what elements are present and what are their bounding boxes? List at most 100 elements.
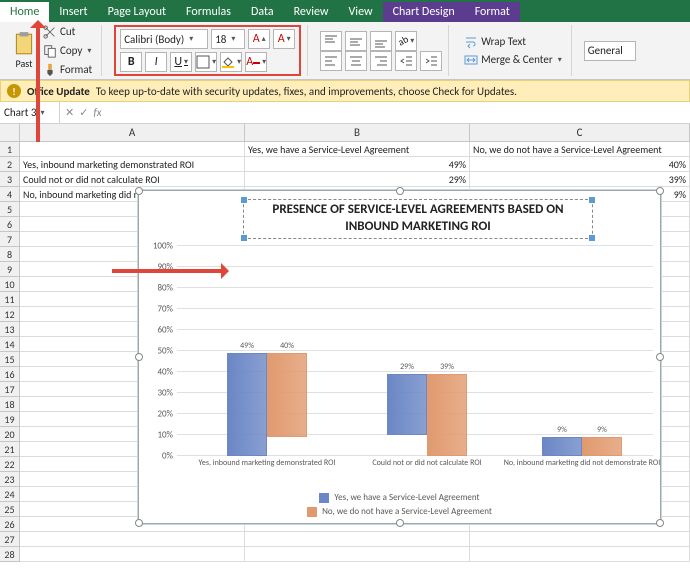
row-header[interactable]: 13 — [0, 322, 19, 337]
bold-button[interactable]: B — [120, 52, 142, 72]
row-header[interactable]: 24 — [0, 487, 19, 502]
row-header[interactable]: 8 — [0, 247, 19, 262]
chart-legend[interactable]: Yes, we have a Service-Level Agreement N… — [139, 492, 660, 517]
row-header[interactable]: 17 — [0, 382, 19, 397]
cut-button[interactable]: Cut — [40, 23, 95, 41]
resize-handle[interactable] — [396, 187, 404, 195]
row-header[interactable]: 12 — [0, 307, 19, 322]
cell-c1[interactable]: No, we do not have a Service-Level Agree… — [470, 142, 690, 157]
col-header-b[interactable]: B — [245, 124, 470, 141]
select-all-corner[interactable] — [0, 124, 20, 141]
tab-format[interactable]: Format — [465, 2, 520, 22]
col-header-c[interactable]: C — [470, 124, 690, 141]
cell-a2[interactable]: Yes, inbound marketing demonstrated ROI — [20, 157, 245, 172]
number-format-combo[interactable]: General — [584, 41, 636, 61]
cell-c2[interactable]: 40% — [470, 157, 690, 172]
row-header[interactable]: 19 — [0, 412, 19, 427]
wrap-text-button[interactable]: Wrap Text — [461, 33, 565, 51]
row-header[interactable]: 16 — [0, 367, 19, 382]
cell[interactable] — [20, 547, 245, 562]
cell-b3[interactable]: 29% — [245, 172, 470, 187]
shrink-font-button[interactable]: A▾ — [273, 29, 295, 49]
row-header[interactable]: 15 — [0, 352, 19, 367]
row-header[interactable]: 3 — [0, 172, 19, 187]
resize-handle[interactable] — [135, 519, 143, 527]
row-header[interactable]: 14 — [0, 337, 19, 352]
resize-handle[interactable] — [396, 519, 404, 527]
enter-formula-button[interactable]: ✓ — [79, 106, 88, 119]
font-name-combo[interactable]: Calibri (Body)▾ — [120, 29, 208, 49]
chart-bar[interactable]: 49% — [227, 353, 267, 456]
cancel-formula-button[interactable]: ✕ — [65, 106, 74, 119]
cell[interactable] — [470, 532, 690, 547]
format-painter-button[interactable]: Format — [40, 61, 95, 79]
row-header[interactable]: 20 — [0, 427, 19, 442]
align-top-button[interactable] — [320, 31, 342, 51]
tab-formulas[interactable]: Formulas — [176, 2, 241, 22]
chart-bar[interactable]: 39% — [427, 374, 467, 456]
cell-b1[interactable]: Yes, we have a Service-Level Agreement — [245, 142, 470, 157]
tab-insert[interactable]: Insert — [49, 2, 97, 22]
cell-a1[interactable] — [20, 142, 245, 157]
tab-review[interactable]: Review — [284, 2, 339, 22]
chart-bar[interactable]: 9% — [582, 437, 622, 456]
italic-button[interactable]: I — [145, 52, 167, 72]
merge-center-button[interactable]: Merge & Center▾ — [461, 51, 565, 69]
tab-data[interactable]: Data — [241, 2, 284, 22]
grow-font-button[interactable]: A▴ — [248, 29, 270, 49]
row-header[interactable]: 4 — [0, 187, 19, 202]
row-header[interactable]: 23 — [0, 472, 19, 487]
chart-bar[interactable]: 40% — [267, 353, 307, 437]
fx-label[interactable]: fx — [93, 106, 101, 119]
tab-page-layout[interactable]: Page Layout — [98, 2, 176, 22]
row-header[interactable]: 9 — [0, 262, 19, 277]
row-header[interactable]: 1 — [0, 142, 19, 157]
font-size-combo[interactable]: 18▾ — [211, 29, 245, 49]
border-button[interactable]: ▾ — [195, 52, 217, 72]
row-header[interactable]: 21 — [0, 442, 19, 457]
worksheet-grid[interactable]: A B C 1234567891011121314151617181920212… — [0, 124, 690, 579]
fill-color-button[interactable]: ▾ — [220, 52, 242, 72]
cell[interactable] — [470, 547, 690, 562]
col-header-a[interactable]: A — [20, 124, 245, 141]
row-header[interactable]: 26 — [0, 517, 19, 532]
cell[interactable] — [245, 547, 470, 562]
increase-indent-button[interactable] — [420, 51, 442, 71]
row-header[interactable]: 2 — [0, 157, 19, 172]
tab-view[interactable]: View — [339, 2, 383, 22]
row-header[interactable]: 27 — [0, 532, 19, 547]
row-header[interactable]: 11 — [0, 292, 19, 307]
cell[interactable] — [245, 532, 470, 547]
resize-handle[interactable] — [656, 187, 664, 195]
align-center-button[interactable] — [345, 51, 367, 71]
align-right-button[interactable] — [370, 51, 392, 71]
decrease-indent-button[interactable] — [395, 51, 417, 71]
cell[interactable] — [20, 532, 245, 547]
row-header[interactable]: 7 — [0, 232, 19, 247]
resize-handle[interactable] — [656, 353, 664, 361]
copy-button[interactable]: Copy▾ — [40, 42, 95, 60]
paste-button[interactable]: Past — [11, 31, 37, 70]
chart-bar[interactable]: 29% — [387, 374, 427, 435]
tab-chart-design[interactable]: Chart Design — [383, 2, 465, 22]
row-header[interactable]: 22 — [0, 457, 19, 472]
align-middle-button[interactable] — [345, 31, 367, 51]
name-box[interactable]: Chart 3▾ — [0, 102, 60, 123]
row-header[interactable]: 18 — [0, 397, 19, 412]
cell-b2[interactable]: 49% — [245, 157, 470, 172]
orientation-button[interactable]: ab▾ — [395, 31, 417, 51]
chart-bar[interactable]: 9% — [542, 437, 582, 456]
row-header[interactable]: 6 — [0, 217, 19, 232]
chart-object[interactable]: PRESENCE OF SERVICE-LEVEL AGREEMENTS BAS… — [138, 190, 661, 524]
row-header[interactable]: 5 — [0, 202, 19, 217]
align-left-button[interactable] — [320, 51, 342, 71]
underline-button[interactable]: U▾ — [170, 52, 192, 72]
cell-c3[interactable]: 39% — [470, 172, 690, 187]
font-color-button[interactable]: A▾ — [245, 52, 267, 72]
resize-handle[interactable] — [135, 187, 143, 195]
row-header[interactable]: 10 — [0, 277, 19, 292]
resize-handle[interactable] — [656, 519, 664, 527]
cell-a3[interactable]: Could not or did not calculate ROI — [20, 172, 245, 187]
align-bottom-button[interactable] — [370, 31, 392, 51]
chart-plot-area[interactable]: 0%10%20%30%40%50%60%70%80%90%100%49%40%Y… — [177, 246, 653, 456]
